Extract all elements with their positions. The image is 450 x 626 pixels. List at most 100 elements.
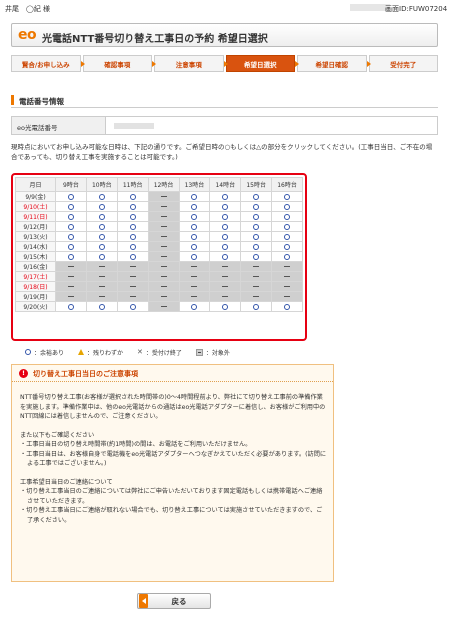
slot-available[interactable] — [55, 211, 87, 222]
slot-available[interactable] — [209, 231, 242, 242]
circle-icon[interactable] — [191, 243, 198, 250]
circle-icon[interactable] — [253, 253, 260, 260]
circle-icon[interactable] — [129, 243, 136, 250]
slot-available[interactable] — [85, 241, 118, 252]
circle-icon[interactable] — [253, 213, 260, 220]
circle-icon[interactable] — [129, 253, 136, 260]
circle-icon[interactable] — [284, 223, 291, 230]
circle-icon[interactable] — [129, 303, 136, 310]
slot-available[interactable] — [209, 251, 242, 262]
circle-icon[interactable] — [191, 223, 198, 230]
circle-icon[interactable] — [191, 203, 198, 210]
slot-available[interactable] — [116, 221, 149, 232]
circle-icon[interactable] — [284, 303, 291, 310]
circle-icon[interactable] — [191, 253, 198, 260]
slot-available[interactable] — [178, 201, 211, 212]
circle-icon[interactable] — [98, 213, 105, 220]
circle-icon[interactable] — [222, 303, 229, 310]
circle-icon[interactable] — [129, 203, 136, 210]
circle-icon[interactable] — [222, 203, 229, 210]
circle-icon[interactable] — [98, 193, 105, 200]
slot-available[interactable] — [116, 201, 149, 212]
slot-available[interactable] — [178, 211, 211, 222]
slot-available[interactable] — [271, 231, 303, 242]
circle-icon[interactable] — [222, 193, 229, 200]
slot-available[interactable] — [178, 221, 211, 232]
slot-available[interactable] — [55, 191, 87, 202]
slot-available[interactable] — [209, 301, 242, 312]
slot-available[interactable] — [178, 301, 211, 312]
circle-icon[interactable] — [222, 243, 229, 250]
slot-available[interactable] — [85, 221, 118, 232]
slot-available[interactable] — [209, 201, 242, 212]
slot-available[interactable] — [178, 241, 211, 252]
slot-available[interactable] — [116, 191, 149, 202]
circle-icon[interactable] — [222, 213, 229, 220]
slot-available[interactable] — [209, 221, 242, 232]
circle-icon[interactable] — [284, 253, 291, 260]
circle-icon[interactable] — [67, 193, 74, 200]
circle-icon[interactable] — [129, 193, 136, 200]
back-button[interactable]: 戻る — [137, 593, 211, 609]
slot-available[interactable] — [240, 211, 273, 222]
slot-available[interactable] — [178, 231, 211, 242]
circle-icon[interactable] — [98, 223, 105, 230]
circle-icon[interactable] — [129, 213, 136, 220]
circle-icon[interactable] — [98, 253, 105, 260]
circle-icon[interactable] — [222, 233, 229, 240]
circle-icon[interactable] — [67, 233, 74, 240]
circle-icon[interactable] — [67, 213, 74, 220]
slot-available[interactable] — [85, 301, 118, 312]
slot-available[interactable] — [55, 201, 87, 212]
circle-icon[interactable] — [253, 203, 260, 210]
circle-icon[interactable] — [284, 213, 291, 220]
circle-icon[interactable] — [253, 303, 260, 310]
slot-available[interactable] — [240, 301, 273, 312]
circle-icon[interactable] — [191, 233, 198, 240]
circle-icon[interactable] — [67, 253, 74, 260]
circle-icon[interactable] — [253, 223, 260, 230]
circle-icon[interactable] — [253, 193, 260, 200]
slot-available[interactable] — [85, 231, 118, 242]
slot-available[interactable] — [85, 191, 118, 202]
slot-available[interactable] — [178, 251, 211, 262]
circle-icon[interactable] — [191, 193, 198, 200]
slot-available[interactable] — [240, 221, 273, 232]
circle-icon[interactable] — [191, 303, 198, 310]
circle-icon[interactable] — [253, 233, 260, 240]
circle-icon[interactable] — [98, 303, 105, 310]
circle-icon[interactable] — [222, 253, 229, 260]
circle-icon[interactable] — [191, 213, 198, 220]
slot-available[interactable] — [271, 221, 303, 232]
slot-available[interactable] — [271, 251, 303, 262]
slot-available[interactable] — [85, 251, 118, 262]
circle-icon[interactable] — [284, 203, 291, 210]
slot-available[interactable] — [55, 221, 87, 232]
slot-available[interactable] — [240, 201, 273, 212]
circle-icon[interactable] — [284, 243, 291, 250]
slot-available[interactable] — [271, 301, 303, 312]
circle-icon[interactable] — [98, 233, 105, 240]
slot-available[interactable] — [271, 191, 303, 202]
slot-available[interactable] — [271, 211, 303, 222]
circle-icon[interactable] — [284, 233, 291, 240]
slot-available[interactable] — [209, 191, 242, 202]
slot-available[interactable] — [116, 301, 149, 312]
slot-available[interactable] — [85, 211, 118, 222]
circle-icon[interactable] — [67, 203, 74, 210]
circle-icon[interactable] — [67, 243, 74, 250]
slot-available[interactable] — [116, 211, 149, 222]
circle-icon[interactable] — [222, 223, 229, 230]
slot-available[interactable] — [55, 251, 87, 262]
circle-icon[interactable] — [67, 223, 74, 230]
slot-available[interactable] — [178, 191, 211, 202]
slot-available[interactable] — [116, 251, 149, 262]
slot-available[interactable] — [271, 241, 303, 252]
slot-available[interactable] — [85, 201, 118, 212]
circle-icon[interactable] — [129, 223, 136, 230]
slot-available[interactable] — [240, 191, 273, 202]
slot-available[interactable] — [271, 201, 303, 212]
slot-available[interactable] — [116, 241, 149, 252]
slot-available[interactable] — [240, 231, 273, 242]
slot-available[interactable] — [240, 251, 273, 262]
